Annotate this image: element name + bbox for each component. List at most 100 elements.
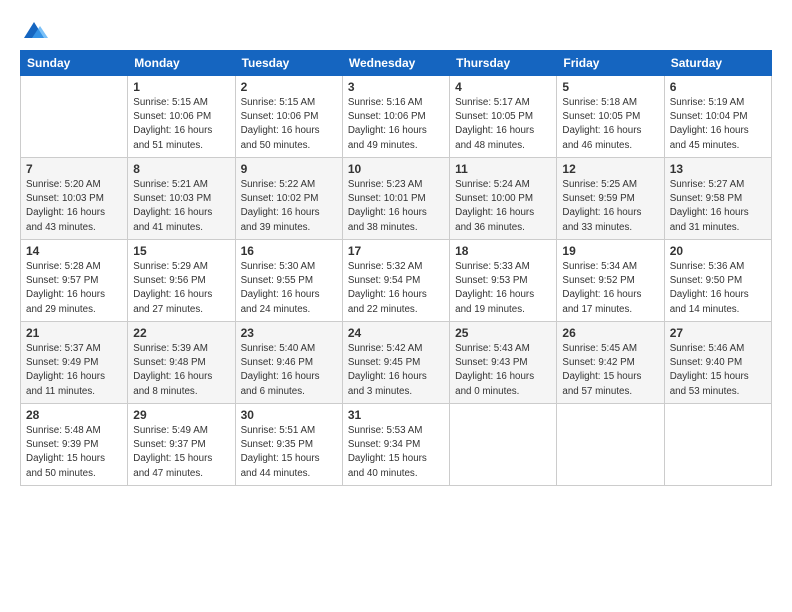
calendar-cell: 24Sunrise: 5:42 AM Sunset: 9:45 PM Dayli… <box>342 322 449 404</box>
day-number: 17 <box>348 244 444 258</box>
day-info: Sunrise: 5:27 AM Sunset: 9:58 PM Dayligh… <box>670 178 766 235</box>
header-sunday: Sunday <box>21 51 128 76</box>
day-info: Sunrise: 5:34 AM Sunset: 9:52 PM Dayligh… <box>562 260 658 317</box>
day-info: Sunrise: 5:18 AM Sunset: 10:05 PM Daylig… <box>562 96 658 153</box>
day-info: Sunrise: 5:22 AM Sunset: 10:02 PM Daylig… <box>241 178 337 235</box>
calendar-cell: 28 Sunrise: 5:48 AM Sunset: 9:39 PM Dayli… <box>21 404 128 486</box>
calendar-cell <box>664 404 771 486</box>
calendar-cell: 4 Sunrise: 5:17 AM Sunset: 10:05 PM Dayli… <box>450 76 557 158</box>
calendar-cell: 6 Sunrise: 5:19 AM Sunset: 10:04 PM Dayli… <box>664 76 771 158</box>
calendar-cell: 7 Sunrise: 5:20 AM Sunset: 10:03 PM Dayli… <box>21 158 128 240</box>
day-number: 20 <box>670 244 766 258</box>
calendar-cell: 27 Sunrise: 5:46 AM Sunset: 9:40 PM Dayli… <box>664 322 771 404</box>
week-row-0: 1 Sunrise: 5:15 AM Sunset: 10:06 PM Dayli… <box>21 76 772 158</box>
day-info: Sunrise: 5:30 AM Sunset: 9:55 PM Dayligh… <box>241 260 337 317</box>
calendar-cell: 20 Sunrise: 5:36 AM Sunset: 9:50 PM Dayli… <box>664 240 771 322</box>
header-monday: Monday <box>128 51 235 76</box>
day-number: 27 <box>670 326 766 340</box>
calendar-cell: 19Sunrise: 5:34 AM Sunset: 9:52 PM Dayli… <box>557 240 664 322</box>
day-info: Sunrise: 5:21 AM Sunset: 10:03 PM Daylig… <box>133 178 229 235</box>
calendar-cell: 29Sunrise: 5:49 AM Sunset: 9:37 PM Dayli… <box>128 404 235 486</box>
header-wednesday: Wednesday <box>342 51 449 76</box>
day-info: Sunrise: 5:33 AM Sunset: 9:53 PM Dayligh… <box>455 260 551 317</box>
day-number: 1 <box>133 80 229 94</box>
day-number: 10 <box>348 162 444 176</box>
day-number: 8 <box>133 162 229 176</box>
calendar-cell <box>557 404 664 486</box>
page: SundayMondayTuesdayWednesdayThursdayFrid… <box>0 0 792 612</box>
week-row-4: 28 Sunrise: 5:48 AM Sunset: 9:39 PM Dayli… <box>21 404 772 486</box>
calendar-cell: 26 Sunrise: 5:45 AM Sunset: 9:42 PM Dayli… <box>557 322 664 404</box>
day-info: Sunrise: 5:36 AM Sunset: 9:50 PM Dayligh… <box>670 260 766 317</box>
day-info: Sunrise: 5:49 AM Sunset: 9:37 PM Dayligh… <box>133 424 229 481</box>
calendar-cell: 12 Sunrise: 5:25 AM Sunset: 9:59 PM Dayli… <box>557 158 664 240</box>
week-row-2: 14Sunrise: 5:28 AM Sunset: 9:57 PM Dayli… <box>21 240 772 322</box>
calendar-cell: 21Sunrise: 5:37 AM Sunset: 9:49 PM Dayli… <box>21 322 128 404</box>
calendar-cell: 1 Sunrise: 5:15 AM Sunset: 10:06 PM Dayli… <box>128 76 235 158</box>
day-info: Sunrise: 5:23 AM Sunset: 10:01 PM Daylig… <box>348 178 444 235</box>
day-number: 30 <box>241 408 337 422</box>
calendar-cell: 18 Sunrise: 5:33 AM Sunset: 9:53 PM Dayli… <box>450 240 557 322</box>
calendar-cell <box>21 76 128 158</box>
calendar-cell: 22 Sunrise: 5:39 AM Sunset: 9:48 PM Dayli… <box>128 322 235 404</box>
calendar-cell: 2Sunrise: 5:15 AM Sunset: 10:06 PM Dayli… <box>235 76 342 158</box>
week-row-3: 21Sunrise: 5:37 AM Sunset: 9:49 PM Dayli… <box>21 322 772 404</box>
day-info: Sunrise: 5:25 AM Sunset: 9:59 PM Dayligh… <box>562 178 658 235</box>
calendar-cell: 17 Sunrise: 5:32 AM Sunset: 9:54 PM Dayli… <box>342 240 449 322</box>
day-info: Sunrise: 5:28 AM Sunset: 9:57 PM Dayligh… <box>26 260 122 317</box>
day-info: Sunrise: 5:20 AM Sunset: 10:03 PM Daylig… <box>26 178 122 235</box>
week-row-1: 7 Sunrise: 5:20 AM Sunset: 10:03 PM Dayli… <box>21 158 772 240</box>
day-number: 9 <box>241 162 337 176</box>
day-info: Sunrise: 5:17 AM Sunset: 10:05 PM Daylig… <box>455 96 551 153</box>
calendar-cell: 25 Sunrise: 5:43 AM Sunset: 9:43 PM Dayli… <box>450 322 557 404</box>
header-friday: Friday <box>557 51 664 76</box>
calendar-header: SundayMondayTuesdayWednesdayThursdayFrid… <box>21 51 772 76</box>
calendar-cell: 13 Sunrise: 5:27 AM Sunset: 9:58 PM Dayli… <box>664 158 771 240</box>
calendar-body: 1 Sunrise: 5:15 AM Sunset: 10:06 PM Dayli… <box>21 76 772 486</box>
day-number: 25 <box>455 326 551 340</box>
day-info: Sunrise: 5:19 AM Sunset: 10:04 PM Daylig… <box>670 96 766 153</box>
day-info: Sunrise: 5:15 AM Sunset: 10:06 PM Daylig… <box>133 96 229 153</box>
day-number: 18 <box>455 244 551 258</box>
day-info: Sunrise: 5:43 AM Sunset: 9:43 PM Dayligh… <box>455 342 551 399</box>
day-number: 26 <box>562 326 658 340</box>
day-number: 23 <box>241 326 337 340</box>
header-row: SundayMondayTuesdayWednesdayThursdayFrid… <box>21 51 772 76</box>
day-info: Sunrise: 5:32 AM Sunset: 9:54 PM Dayligh… <box>348 260 444 317</box>
calendar-cell: 16 Sunrise: 5:30 AM Sunset: 9:55 PM Dayli… <box>235 240 342 322</box>
day-number: 4 <box>455 80 551 94</box>
header-thursday: Thursday <box>450 51 557 76</box>
day-info: Sunrise: 5:48 AM Sunset: 9:39 PM Dayligh… <box>26 424 122 481</box>
header-tuesday: Tuesday <box>235 51 342 76</box>
day-number: 6 <box>670 80 766 94</box>
day-number: 16 <box>241 244 337 258</box>
day-info: Sunrise: 5:42 AM Sunset: 9:45 PM Dayligh… <box>348 342 444 399</box>
calendar-cell: 14Sunrise: 5:28 AM Sunset: 9:57 PM Dayli… <box>21 240 128 322</box>
day-number: 7 <box>26 162 122 176</box>
day-number: 3 <box>348 80 444 94</box>
logo <box>20 18 52 46</box>
day-number: 21 <box>26 326 122 340</box>
day-info: Sunrise: 5:29 AM Sunset: 9:56 PM Dayligh… <box>133 260 229 317</box>
day-info: Sunrise: 5:15 AM Sunset: 10:06 PM Daylig… <box>241 96 337 153</box>
day-number: 31 <box>348 408 444 422</box>
day-number: 15 <box>133 244 229 258</box>
day-info: Sunrise: 5:46 AM Sunset: 9:40 PM Dayligh… <box>670 342 766 399</box>
calendar-cell: 9 Sunrise: 5:22 AM Sunset: 10:02 PM Dayli… <box>235 158 342 240</box>
calendar-cell: 10 Sunrise: 5:23 AM Sunset: 10:01 PM Dayl… <box>342 158 449 240</box>
calendar-cell: 15 Sunrise: 5:29 AM Sunset: 9:56 PM Dayli… <box>128 240 235 322</box>
logo-icon <box>20 18 48 46</box>
calendar: SundayMondayTuesdayWednesdayThursdayFrid… <box>20 50 772 486</box>
calendar-cell: 31Sunrise: 5:53 AM Sunset: 9:34 PM Dayli… <box>342 404 449 486</box>
day-number: 13 <box>670 162 766 176</box>
day-number: 22 <box>133 326 229 340</box>
calendar-cell: 23Sunrise: 5:40 AM Sunset: 9:46 PM Dayli… <box>235 322 342 404</box>
day-number: 5 <box>562 80 658 94</box>
calendar-cell: 11Sunrise: 5:24 AM Sunset: 10:00 PM Dayl… <box>450 158 557 240</box>
day-info: Sunrise: 5:45 AM Sunset: 9:42 PM Dayligh… <box>562 342 658 399</box>
calendar-cell: 8 Sunrise: 5:21 AM Sunset: 10:03 PM Dayli… <box>128 158 235 240</box>
day-number: 28 <box>26 408 122 422</box>
day-number: 12 <box>562 162 658 176</box>
day-info: Sunrise: 5:39 AM Sunset: 9:48 PM Dayligh… <box>133 342 229 399</box>
calendar-cell <box>450 404 557 486</box>
